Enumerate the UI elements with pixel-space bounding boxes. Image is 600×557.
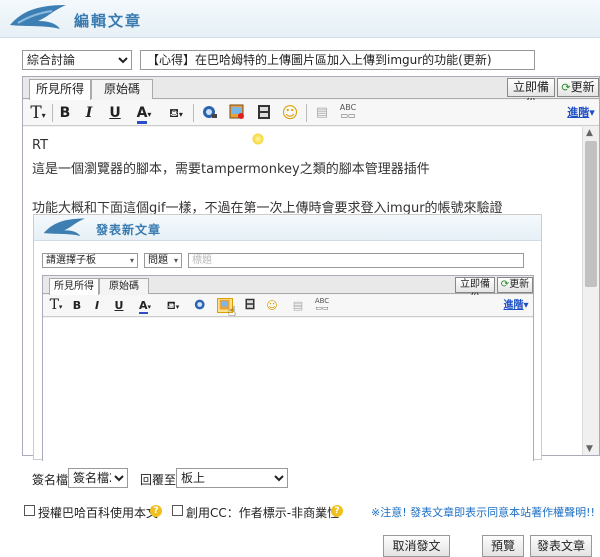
signature-select[interactable]: 簽名檔2 bbox=[68, 468, 128, 488]
advanced-button[interactable]: 進階▾ bbox=[563, 104, 599, 122]
reply-to-select[interactable]: 板上 bbox=[176, 468, 288, 488]
footer-options: 簽名檔 簽名檔2 回覆至 板上 bbox=[22, 468, 322, 490]
underline-button[interactable]: U bbox=[107, 104, 123, 122]
body-line: 這是一個瀏覽器的腳本，需要tampermonkey之類的腳本管理器插件 bbox=[32, 162, 430, 177]
license-label: 授權巴哈百科使用本文 bbox=[38, 506, 159, 520]
reply-to-label: 回覆至 bbox=[140, 473, 177, 487]
paint-bucket-icon: ⛾ bbox=[169, 106, 179, 120]
page-title: 編輯文章 bbox=[74, 12, 143, 30]
gif-refresh-button: ⟳更新 bbox=[497, 277, 533, 293]
gif-board-select: 請選擇子板 ▾ bbox=[42, 253, 138, 268]
bold-button[interactable]: B bbox=[57, 104, 73, 122]
gif-content-area bbox=[43, 318, 533, 461]
gif-emoji-icon: ☺ bbox=[266, 299, 278, 312]
gif-title-input: 標題 bbox=[188, 253, 524, 268]
scroll-down-icon[interactable]: ▼ bbox=[586, 444, 593, 454]
gif-italic-icon: I bbox=[94, 299, 100, 312]
cancel-post-button[interactable]: 取消發文 bbox=[383, 535, 450, 557]
gif-color-icon: A▾ bbox=[138, 299, 152, 314]
gif-title: 發表新文章 bbox=[96, 223, 162, 237]
cc-checkbox[interactable] bbox=[172, 505, 183, 516]
preview-button[interactable]: 預覽 bbox=[482, 535, 524, 557]
insert-image-icon[interactable] bbox=[228, 104, 246, 122]
gif-tab-source: 原始碼 bbox=[99, 278, 149, 294]
gif-spellcheck-icon: ABC ▭▭ bbox=[314, 297, 330, 312]
text-color-button[interactable]: A▾ bbox=[131, 104, 157, 124]
gif-bold-icon: B bbox=[72, 299, 82, 312]
gif-paint-icon: ⛾▾ bbox=[166, 299, 180, 312]
gif-tab-wysiwyg: 所見所得 bbox=[49, 278, 99, 295]
tab-source[interactable]: 原始碼 bbox=[91, 79, 153, 99]
refresh-label: 更新 bbox=[570, 80, 595, 94]
spellcheck-icon[interactable]: ABC ▭▭ bbox=[337, 104, 359, 122]
emoji-icon[interactable]: ☺ bbox=[281, 104, 299, 122]
title-input[interactable]: 【心得】在巴哈姆特的上傳圖片區加入上傳到imgur的功能(更新) bbox=[140, 50, 535, 70]
body-line: RT bbox=[32, 138, 49, 153]
submit-post-button[interactable]: 發表文章 bbox=[530, 535, 592, 557]
gif-paste-icon: ▤ bbox=[292, 299, 304, 312]
bahamut-logo-icon bbox=[43, 218, 85, 237]
refresh-icon: ⟳ bbox=[561, 81, 571, 94]
gif-advanced-link: 進階▾ bbox=[503, 300, 529, 311]
toolbar-divider bbox=[193, 104, 194, 122]
cursor-sparkle-icon bbox=[252, 133, 264, 145]
license-row: 授權巴哈百科使用本文 ? 創用CC：作者標示-非商業性 ? ※注意! 發表文章即… bbox=[22, 503, 600, 521]
license-checkbox[interactable] bbox=[24, 505, 35, 516]
gif-type-select: 問題 ▾ bbox=[144, 253, 182, 268]
help-icon[interactable]: ? bbox=[331, 505, 343, 517]
italic-button[interactable]: I bbox=[81, 104, 97, 122]
bahamut-logo-icon bbox=[10, 5, 66, 29]
category-select[interactable]: 綜合討論 bbox=[22, 50, 132, 70]
editor-tabs: 所見所得 原始碼 立即備份 ⟳更新 bbox=[23, 77, 599, 111]
highlight-color-button[interactable]: ⛾▾ bbox=[163, 104, 189, 122]
signature-label: 簽名檔 bbox=[32, 473, 69, 487]
tab-wysiwyg[interactable]: 所見所得 bbox=[29, 79, 91, 100]
gif-link-icon bbox=[193, 298, 207, 313]
paste-icon[interactable]: ▤ bbox=[313, 104, 331, 122]
demo-gif-image: 發表新文章 請選擇子板▾ 問題▾ 標題 所見所得 原始碼 立即備份 ⟳更新 T▾… bbox=[33, 214, 542, 461]
copyright-notice-link[interactable]: ※注意! 發表文章即表示同意本站著作權聲明!! bbox=[371, 504, 595, 520]
gif-editor: 所見所得 原始碼 立即備份 ⟳更新 T▾ B I U A▾ ⛾▾ ☝ ☺ ▤ A… bbox=[42, 275, 534, 461]
refresh-button[interactable]: ⟳更新 bbox=[557, 78, 599, 97]
editor-toolbar: T▾ B I U A▾ ⛾▾ ☺ ▤ ABC ▭▭ 進階▾ bbox=[23, 100, 599, 126]
link-icon[interactable] bbox=[201, 104, 219, 122]
toolbar-divider bbox=[306, 104, 307, 122]
page-header: 編輯文章 bbox=[0, 0, 600, 38]
scroll-up-icon[interactable]: ▲ bbox=[586, 128, 593, 138]
gif-underline-icon: U bbox=[114, 299, 124, 312]
cc-label: 創用CC：作者標示-非商業性 bbox=[186, 506, 340, 520]
toolbar-divider bbox=[52, 104, 53, 122]
help-icon[interactable]: ? bbox=[150, 505, 162, 517]
gif-video-icon bbox=[243, 298, 257, 313]
backup-button[interactable]: 立即備份 bbox=[507, 78, 555, 111]
gif-header: 發表新文章 bbox=[34, 215, 541, 241]
editor-scrollbar[interactable]: ▲ ▼ bbox=[582, 127, 599, 455]
font-size-button[interactable]: T▾ bbox=[27, 104, 49, 122]
scrollbar-thumb[interactable] bbox=[585, 141, 597, 287]
insert-video-icon[interactable] bbox=[255, 104, 273, 122]
gif-font-icon: T▾ bbox=[49, 297, 63, 313]
gif-backup-button: 立即備份 bbox=[455, 277, 495, 304]
